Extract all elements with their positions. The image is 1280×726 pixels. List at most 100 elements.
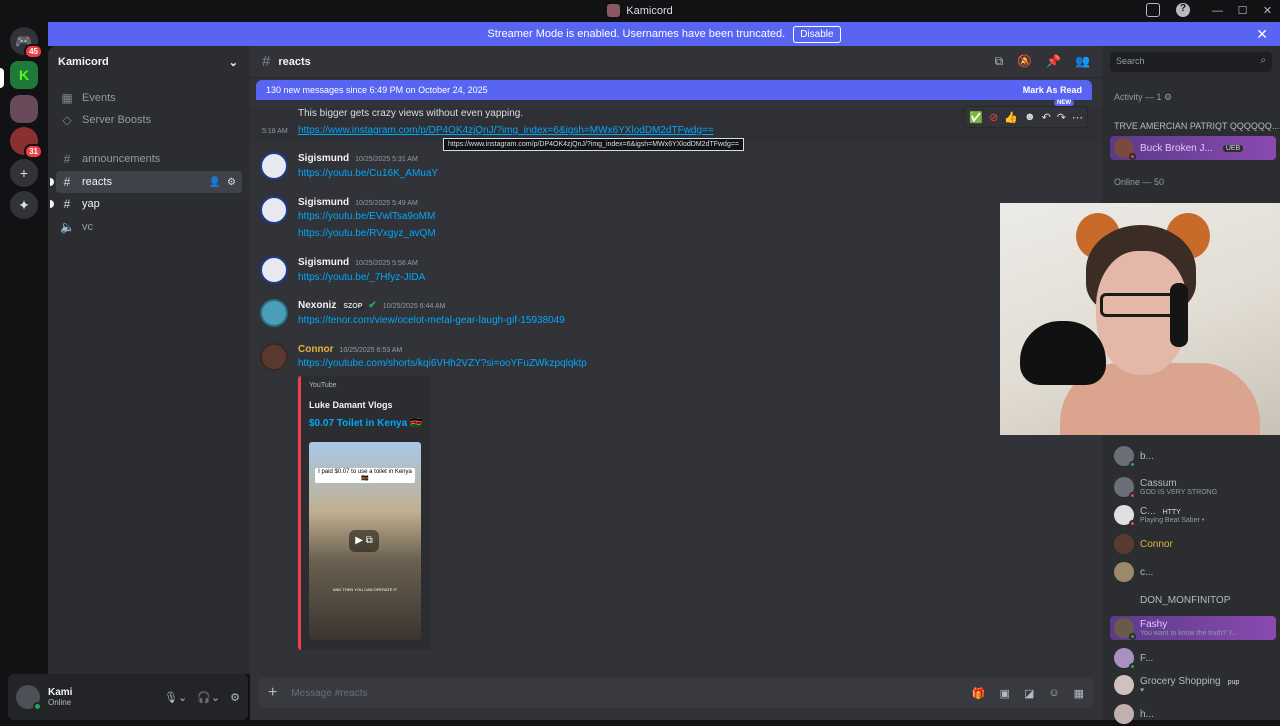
sidebar-item-vc[interactable]: 🔈 vc bbox=[56, 216, 242, 238]
speaker-icon: 🔈 bbox=[60, 220, 75, 234]
notification-bell-icon[interactable]: 🔕 bbox=[1017, 54, 1032, 69]
thumbs-up-reaction-icon[interactable]: 👍 bbox=[1004, 111, 1018, 124]
member-item[interactable]: Connor bbox=[1110, 532, 1276, 556]
help-icon[interactable]: ? bbox=[1176, 3, 1190, 17]
microphone-icon[interactable]: 🎙⌄ bbox=[164, 691, 187, 704]
gift-icon[interactable]: 🎁 bbox=[972, 687, 986, 700]
member-list-icon[interactable]: 👥 bbox=[1075, 54, 1090, 69]
sidebar-item-reacts[interactable]: # reacts 👤 ⚙ bbox=[50, 171, 242, 193]
member-item[interactable]: F... bbox=[1110, 646, 1276, 670]
sidebar-item-label: Server Boosts bbox=[82, 114, 152, 126]
inbox-icon[interactable] bbox=[1146, 3, 1160, 17]
role-tag: SZOP bbox=[340, 303, 366, 310]
video-thumbnail[interactable]: I paid $0.07 to use a toilet in Kenya 🇰🇪… bbox=[309, 442, 421, 640]
discover-button[interactable]: ✦ bbox=[10, 191, 38, 219]
member-item[interactable]: h... bbox=[1110, 702, 1276, 726]
threads-icon[interactable]: ⧉ bbox=[995, 54, 1004, 69]
server-kamicord[interactable] bbox=[10, 95, 38, 123]
server-other[interactable]: 31 bbox=[10, 127, 43, 159]
more-icon[interactable]: ⋯ bbox=[1072, 111, 1083, 124]
new-messages-bar[interactable]: 130 new messages since 6:49 PM on Octobe… bbox=[256, 80, 1092, 100]
maximize-icon[interactable]: ☐ bbox=[1230, 4, 1255, 17]
disable-button[interactable]: Disable bbox=[793, 25, 841, 43]
message-author[interactable]: Sigismund bbox=[298, 257, 349, 268]
message-author[interactable]: Sigismund bbox=[298, 153, 349, 164]
unread-indicator bbox=[50, 178, 54, 186]
member-item[interactable]: DON_MONFINITOP bbox=[1110, 588, 1276, 612]
member-name: Cassum bbox=[1140, 478, 1177, 489]
minimize-icon[interactable]: — bbox=[1205, 5, 1230, 17]
close-window-icon[interactable]: ✕ bbox=[1255, 4, 1280, 17]
play-icon[interactable]: ▶ ⧉ bbox=[349, 530, 379, 552]
sidebar-item-events[interactable]: ▦ Events bbox=[56, 87, 242, 109]
activity-header: Activity — 1 ⚙ bbox=[1114, 92, 1172, 103]
gif-icon[interactable]: ▣ bbox=[1000, 687, 1010, 700]
message-composer: + Message #reacts 🎁 ▣ ◪ ☺ ▦ bbox=[258, 678, 1094, 708]
activity-member[interactable]: Buck Broken J... UEB bbox=[1110, 136, 1276, 160]
avatar[interactable] bbox=[260, 152, 288, 180]
sticker-icon[interactable]: ◪ bbox=[1024, 687, 1034, 700]
embed-title[interactable]: $0.07 Toilet in Kenya 🇰🇪 bbox=[309, 418, 422, 429]
add-reaction-icon[interactable]: ☻ bbox=[1024, 111, 1036, 123]
avatar[interactable] bbox=[260, 196, 288, 224]
message-author[interactable]: Sigismund bbox=[298, 197, 349, 208]
message-link[interactable]: https://youtube.com/shorts/kqi6VHh2VZY?s… bbox=[298, 358, 587, 369]
avatar[interactable] bbox=[16, 685, 42, 711]
avatar[interactable] bbox=[260, 299, 288, 327]
sidebar-item-yap[interactable]: # yap bbox=[50, 193, 242, 215]
direct-messages-button[interactable]: 🎮 45 bbox=[10, 27, 43, 59]
search-placeholder: Search bbox=[1116, 56, 1145, 66]
member-item[interactable]: Fashy You want to know the truth? Y... bbox=[1110, 616, 1276, 640]
sidebar-item-label: announcements bbox=[82, 153, 161, 165]
check-reaction-icon[interactable]: ✅ bbox=[969, 111, 983, 124]
member-item[interactable]: Grocery Shopping pup ♥ bbox=[1110, 673, 1276, 697]
apps-icon[interactable]: ▦ bbox=[1074, 687, 1084, 700]
message-link[interactable]: https://youtu.be/Cu16K_AMuaY bbox=[298, 168, 438, 179]
embed-author[interactable]: Luke Damant Vlogs bbox=[309, 400, 393, 410]
user-status: Online bbox=[48, 698, 72, 707]
message-link[interactable]: https://youtu.be/RVxgyz_avQM bbox=[298, 228, 436, 239]
gear-icon[interactable]: ⚙ bbox=[227, 177, 236, 188]
add-server-button[interactable]: + bbox=[10, 159, 38, 187]
emoji-icon[interactable]: ☺ bbox=[1048, 687, 1059, 700]
member-item[interactable]: C... HTTY Playing Beat Saber • bbox=[1110, 503, 1276, 527]
avatar[interactable] bbox=[260, 256, 288, 284]
message-link[interactable]: https://youtu.be/_7Hfyz-JIDA bbox=[298, 272, 425, 283]
sidebar-item-label: reacts bbox=[82, 176, 112, 188]
sidebar-item-announcements[interactable]: # announcements bbox=[56, 148, 242, 170]
status-dot bbox=[1129, 633, 1136, 640]
member-tag: pup bbox=[1224, 679, 1243, 686]
member-item[interactable]: b... bbox=[1110, 444, 1276, 468]
message-author[interactable]: Connor bbox=[298, 344, 334, 355]
plus-icon[interactable]: + bbox=[268, 684, 277, 702]
add-member-icon[interactable]: 👤 bbox=[209, 177, 221, 188]
member-item[interactable]: Cassum GOD IS VERY STRONG bbox=[1110, 475, 1276, 499]
dm-badge: 45 bbox=[24, 44, 43, 59]
sidebar-item-server-boosts[interactable]: ◇ Server Boosts bbox=[56, 109, 242, 131]
pin-icon[interactable]: 📌 bbox=[1046, 54, 1061, 69]
avatar[interactable] bbox=[260, 343, 288, 371]
gear-icon[interactable]: ⚙ bbox=[1164, 92, 1172, 102]
heart-icon: ♥ bbox=[1140, 687, 1145, 694]
guild-header[interactable]: Kamicord ⌄ bbox=[48, 46, 250, 78]
headphones-icon[interactable]: 🎧⌄ bbox=[197, 691, 220, 704]
message-link[interactable]: https://youtu.be/EVwlTsa9oMM bbox=[298, 211, 435, 222]
banner-close-icon[interactable]: ✕ bbox=[1256, 26, 1268, 43]
sidebar-item-label: yap bbox=[82, 198, 100, 210]
message-link[interactable]: https://www.instagram.com/p/DP4OK4zjQnJ/… bbox=[298, 125, 714, 136]
server-kick[interactable]: K bbox=[10, 61, 38, 89]
mark-as-read-button[interactable]: Mark As Read bbox=[1023, 85, 1082, 95]
chevron-down-icon: ⌄ bbox=[228, 56, 238, 69]
status-dot bbox=[1129, 153, 1136, 160]
member-item[interactable]: c... bbox=[1110, 560, 1276, 584]
no-reaction-icon[interactable]: ⊘ bbox=[989, 111, 998, 124]
search-input[interactable]: Search ⌕ bbox=[1110, 52, 1272, 72]
message-author[interactable]: Nexoniz bbox=[298, 300, 336, 311]
settings-gear-icon[interactable]: ⚙ bbox=[230, 691, 240, 704]
member-tag: HTTY bbox=[1159, 509, 1184, 516]
message-input[interactable]: Message #reacts bbox=[291, 688, 367, 699]
reply-icon[interactable]: ↶ bbox=[1042, 111, 1051, 124]
message-link[interactable]: https://tenor.com/view/ocelot-metal-gear… bbox=[298, 315, 565, 326]
forward-icon[interactable]: ↷ bbox=[1057, 111, 1066, 124]
channel-sidebar: Kamicord ⌄ ▦ Events ◇ Server Boosts # an… bbox=[48, 46, 250, 674]
